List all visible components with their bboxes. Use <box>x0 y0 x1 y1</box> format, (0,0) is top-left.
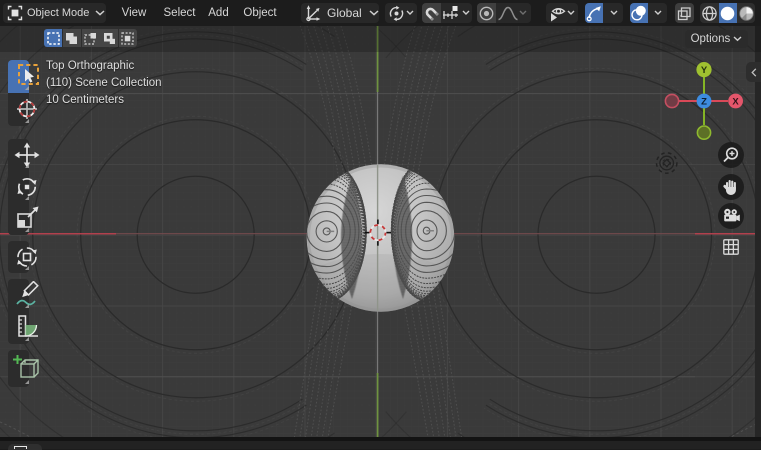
svg-text:X: X <box>732 96 739 107</box>
svg-text:Z: Z <box>701 96 707 107</box>
svg-text:Y: Y <box>701 65 708 76</box>
